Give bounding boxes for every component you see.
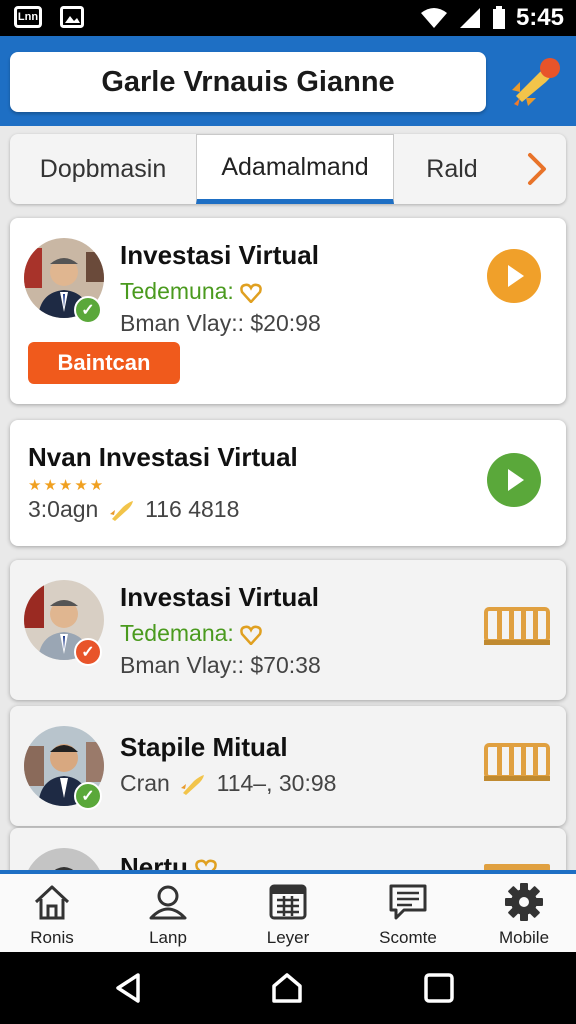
status-bar: Lnn 5:45 bbox=[0, 0, 576, 36]
rocket-icon[interactable] bbox=[506, 52, 566, 112]
house-icon bbox=[34, 885, 70, 920]
title-box[interactable]: Garle Vrnauis Gianne bbox=[10, 52, 486, 112]
nav-label: Scomte bbox=[379, 928, 437, 947]
home-icon[interactable] bbox=[270, 971, 304, 1005]
tab-bar: Dopbmasin Adamalmand Rald bbox=[10, 134, 566, 204]
play-button-icon[interactable] bbox=[486, 452, 542, 508]
alert-badge-icon: ✓ bbox=[74, 638, 102, 666]
image-notification-icon bbox=[60, 6, 84, 28]
tab-rald[interactable]: Rald bbox=[394, 134, 510, 204]
bottom-navigation: Ronis Lanp Leyer Scomte Mobile bbox=[0, 870, 576, 952]
rocket-small-icon bbox=[181, 774, 205, 795]
chat-icon bbox=[389, 884, 427, 920]
nav-label: Lanp bbox=[149, 928, 187, 947]
investment-card[interactable]: ✓ Investasi Virtual Tedemuna: Bman Vlay:… bbox=[10, 218, 566, 404]
recents-icon[interactable] bbox=[422, 971, 456, 1005]
gear-icon bbox=[505, 883, 543, 921]
verified-check-icon: ✓ bbox=[74, 296, 102, 324]
card-meta: 3:0agn 116 4818 bbox=[28, 496, 240, 522]
verified-check-icon: ✓ bbox=[74, 782, 102, 810]
nav-item-leyer[interactable]: Leyer bbox=[238, 882, 338, 948]
baintcan-button[interactable]: Baintcan bbox=[28, 342, 180, 384]
page-title: Garle Vrnauis Gianne bbox=[101, 65, 395, 98]
card-price: Bman Vlay:: $70:38 bbox=[120, 652, 321, 678]
card-price: Bman Vlay:: $20:98 bbox=[120, 310, 321, 336]
barrier-icon[interactable] bbox=[484, 742, 550, 782]
wifi-icon bbox=[420, 8, 447, 28]
play-button-icon[interactable] bbox=[486, 248, 542, 304]
barrier-icon[interactable] bbox=[484, 606, 550, 646]
nav-item-scomte[interactable]: Scomte bbox=[358, 882, 458, 948]
nav-item-mobile[interactable]: Mobile bbox=[474, 882, 574, 948]
card-title: Investasi Virtual bbox=[120, 582, 319, 612]
tab-adamalmand[interactable]: Adamalmand bbox=[196, 134, 394, 204]
app-notification-icon: Lnn bbox=[14, 6, 42, 28]
investment-card[interactable]: ✓ Investasi Virtual Tedemana: Bman Vlay:… bbox=[10, 560, 566, 700]
card-meta: Cran 114‒, 30:98 bbox=[120, 770, 337, 796]
tab-dopbmasin[interactable]: Dopbmasin bbox=[10, 134, 196, 204]
nav-item-lanp[interactable]: Lanp bbox=[118, 882, 218, 948]
rating-stars: ★★★★★ bbox=[28, 477, 106, 494]
heart-check-icon bbox=[240, 625, 263, 646]
system-navigation-bar bbox=[0, 952, 576, 1024]
app-header: Garle Vrnauis Gianne bbox=[0, 36, 576, 126]
card-title: Stapile Mitual bbox=[120, 732, 288, 762]
nav-item-ronis[interactable]: Ronis bbox=[2, 882, 102, 948]
user-icon bbox=[149, 885, 187, 920]
investment-card[interactable]: Nvan Investasi Virtual ★★★★★ 3:0agn 116 … bbox=[10, 420, 566, 546]
rocket-small-icon bbox=[109, 500, 133, 521]
card-subtitle: Tedemana: bbox=[120, 620, 263, 647]
card-subtitle: Tedemuna: bbox=[120, 278, 263, 305]
investment-card[interactable]: ✓ Stapile Mitual Cran 114‒, 30:98 bbox=[10, 706, 566, 826]
nav-label: Mobile bbox=[498, 928, 550, 947]
chevron-right-icon[interactable] bbox=[514, 146, 560, 192]
card-title: Nvan Investasi Virtual bbox=[28, 442, 298, 472]
nav-label: Ronis bbox=[30, 928, 74, 947]
card-title: Investasi Virtual bbox=[120, 240, 319, 270]
back-icon[interactable] bbox=[112, 971, 146, 1005]
heart-check-icon bbox=[240, 283, 263, 304]
signal-icon bbox=[459, 8, 480, 28]
calendar-icon bbox=[269, 884, 307, 920]
nav-label: Leyer bbox=[266, 928, 310, 947]
clock: 5:45 bbox=[515, 4, 564, 31]
battery-icon bbox=[492, 6, 505, 29]
